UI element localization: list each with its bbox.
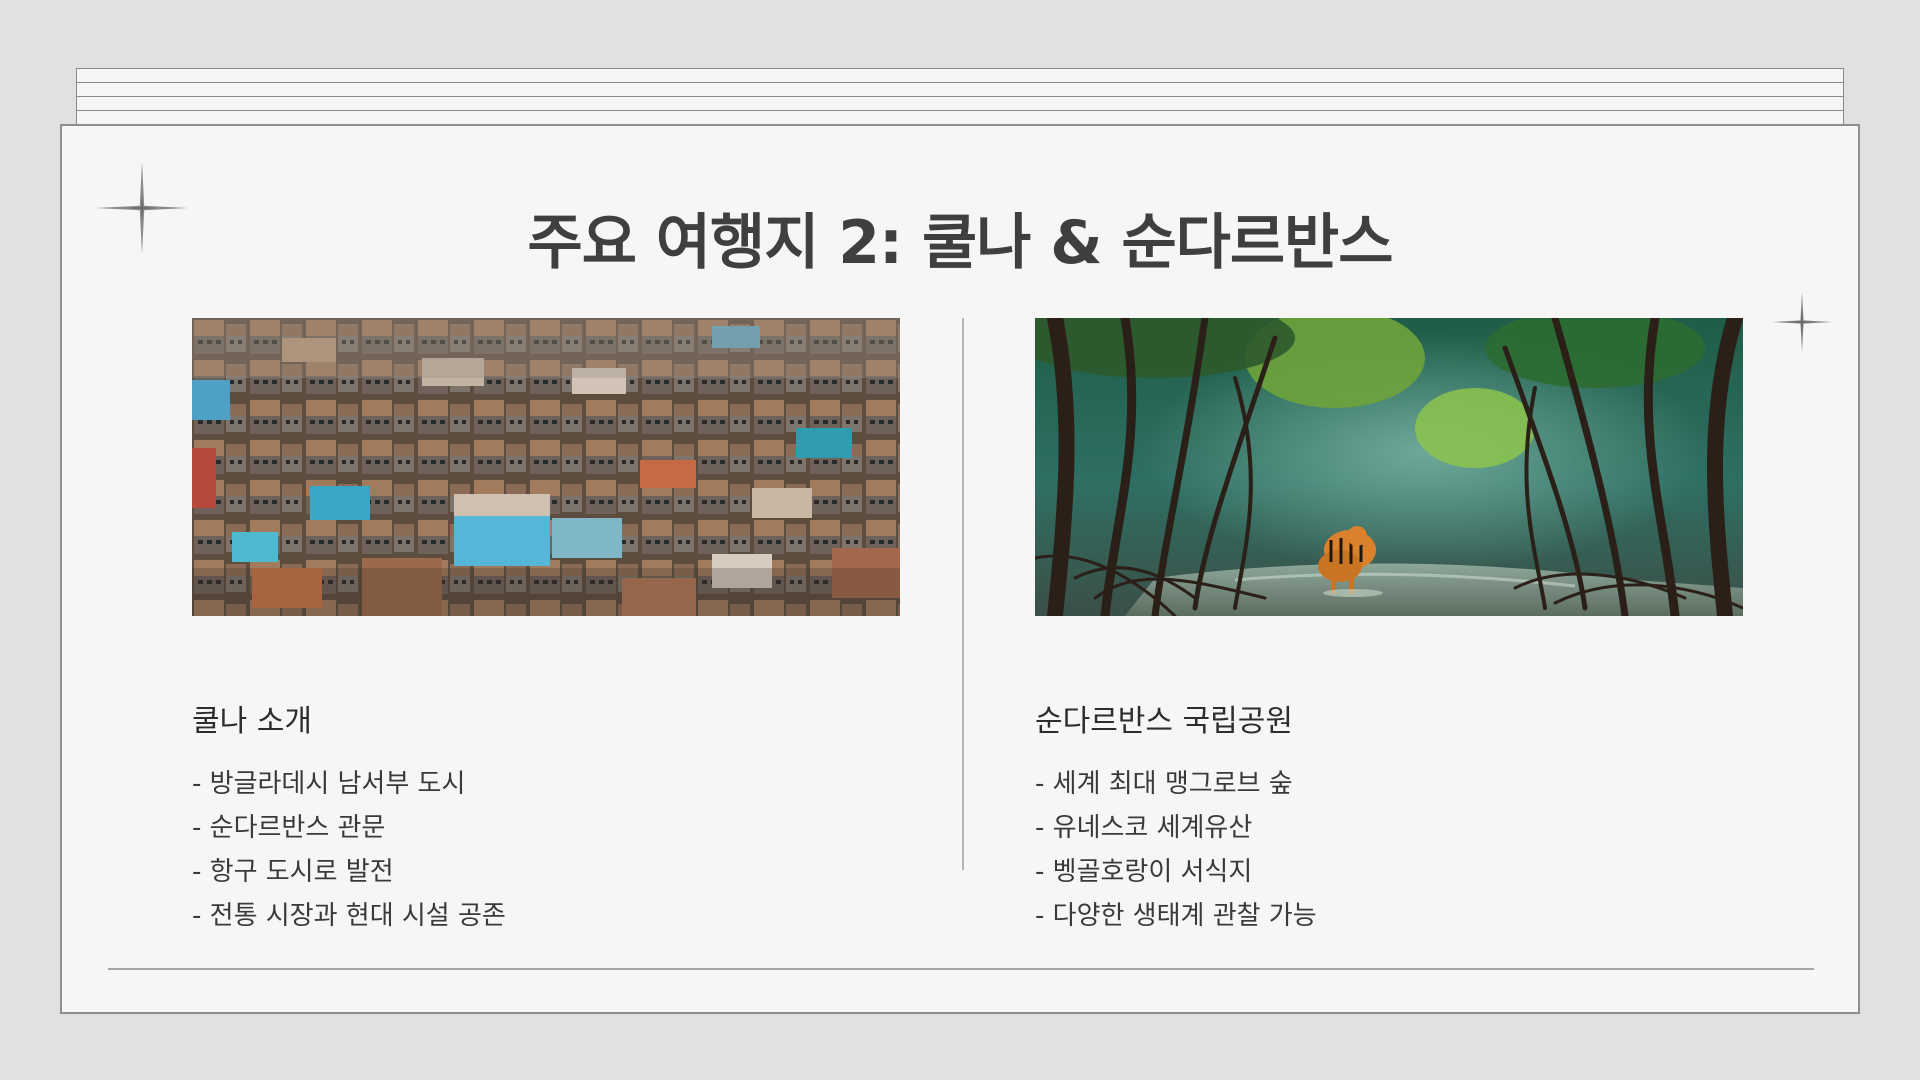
list-item: - 벵골호랑이 서식지 [1035,857,1253,887]
sundarbans-heading: 순다르반스 국립공원 [1035,704,1293,739]
khulna-column: 쿨나 소개 - 방글라데시 남서부 도시 - 순다르반스 관문 - 항구 도시로… [192,318,900,938]
slide-card: 주요 여행지 2: 쿨나 & 순다르반스 쿨나 소개 - 방글라데시 남서부 도… [60,124,1860,1014]
list-item: - 세계 최대 맹그로브 숲 [1035,769,1293,799]
slide-title: 주요 여행지 2: 쿨나 & 순다르반스 [527,208,1394,278]
sundarbans-bullet-list: - 세계 최대 맹그로브 숲 - 유네스코 세계유산 - 벵골호랑이 서식지 -… [1035,762,1743,938]
sparkle-icon [1772,292,1832,352]
list-item: - 방글라데시 남서부 도시 [192,769,466,799]
list-item: - 전통 시장과 현대 시설 공존 [192,901,506,931]
aerial-city-photo [192,318,900,616]
khulna-heading: 쿨나 소개 [192,704,312,739]
khulna-bullet-list: - 방글라데시 남서부 도시 - 순다르반스 관문 - 항구 도시로 발전 - … [192,762,900,938]
list-item: - 유네스코 세계유산 [1035,813,1253,843]
list-item: - 순다르반스 관문 [192,813,386,843]
list-item: - 다양한 생태계 관찰 가능 [1035,901,1317,931]
list-item: - 항구 도시로 발전 [192,857,394,887]
column-divider [962,318,964,870]
mangrove-tiger-photo [1035,318,1743,616]
bottom-rule [108,968,1814,970]
sundarbans-column: 순다르반스 국립공원 - 세계 최대 맹그로브 숲 - 유네스코 세계유산 - … [1035,318,1743,938]
